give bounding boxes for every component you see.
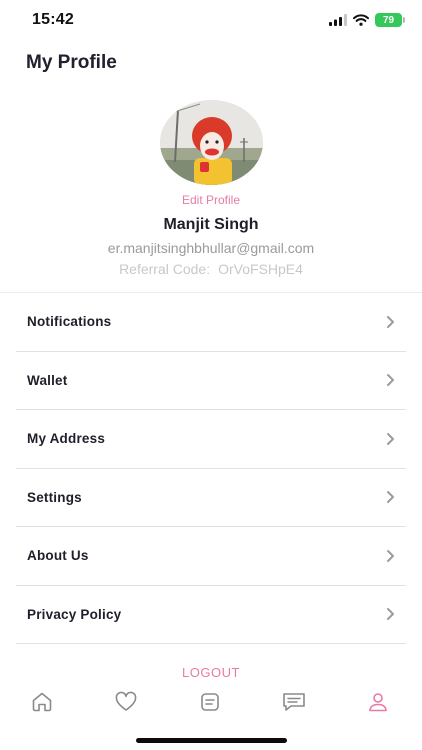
status-bar: 15:42 79 — [0, 0, 422, 44]
menu-item-label: About Us — [27, 548, 89, 564]
referral-label: Referral Code: — [119, 261, 211, 277]
chevron-right-icon — [387, 608, 394, 621]
status-icons: 79 — [329, 13, 405, 27]
battery-indicator: 79 — [375, 13, 405, 27]
user-email: er.manjitsinghbhullar@gmail.com — [107, 240, 315, 256]
bottom-tab-bar — [0, 686, 422, 718]
tab-favorites[interactable] — [110, 686, 142, 718]
menu-item-privacy-policy[interactable]: Privacy Policy — [16, 586, 406, 644]
menu-item-about-us[interactable]: About Us — [16, 527, 406, 586]
tab-profile[interactable] — [362, 686, 394, 718]
chevron-right-icon — [387, 374, 394, 387]
signal-icon — [329, 14, 347, 26]
avatar[interactable] — [160, 100, 263, 185]
tab-home[interactable] — [26, 686, 58, 718]
profile-icon — [369, 693, 387, 712]
chevron-right-icon — [387, 315, 394, 328]
tab-orders[interactable] — [194, 686, 226, 718]
menu-item-wallet[interactable]: Wallet — [16, 352, 406, 410]
menu-item-settings[interactable]: Settings — [16, 469, 406, 527]
menu-item-label: Privacy Policy — [27, 606, 122, 622]
chat-icon — [283, 693, 305, 711]
wifi-icon — [353, 14, 369, 26]
menu-item-label: My Address — [27, 431, 106, 447]
user-name: Manjit Singh — [163, 216, 259, 233]
home-icon — [32, 692, 52, 712]
home-indicator — [136, 738, 287, 743]
orders-icon — [201, 693, 219, 711]
menu-item-label: Wallet — [27, 372, 68, 388]
logout-button[interactable]: LOGOUT — [0, 665, 422, 680]
profile-menu: Notifications Wallet My Address Settings… — [16, 293, 406, 644]
menu-item-label: Settings — [27, 489, 82, 505]
menu-item-notifications[interactable]: Notifications — [16, 293, 406, 352]
chevron-right-icon — [387, 549, 394, 562]
heart-icon — [115, 691, 137, 711]
chevron-right-icon — [387, 491, 394, 504]
menu-item-label: Notifications — [27, 314, 112, 330]
chevron-right-icon — [387, 432, 394, 445]
status-time: 15:42 — [32, 11, 74, 28]
tab-messages[interactable] — [278, 686, 310, 718]
referral-value: OrVoFSHpE4 — [218, 261, 303, 277]
edit-profile-link[interactable]: Edit Profile — [0, 193, 422, 207]
avatar-photo — [160, 100, 263, 185]
referral-code: Referral Code: OrVoFSHpE4 — [0, 261, 422, 277]
menu-item-my-address[interactable]: My Address — [16, 410, 406, 469]
page-title: My Profile — [26, 52, 117, 73]
